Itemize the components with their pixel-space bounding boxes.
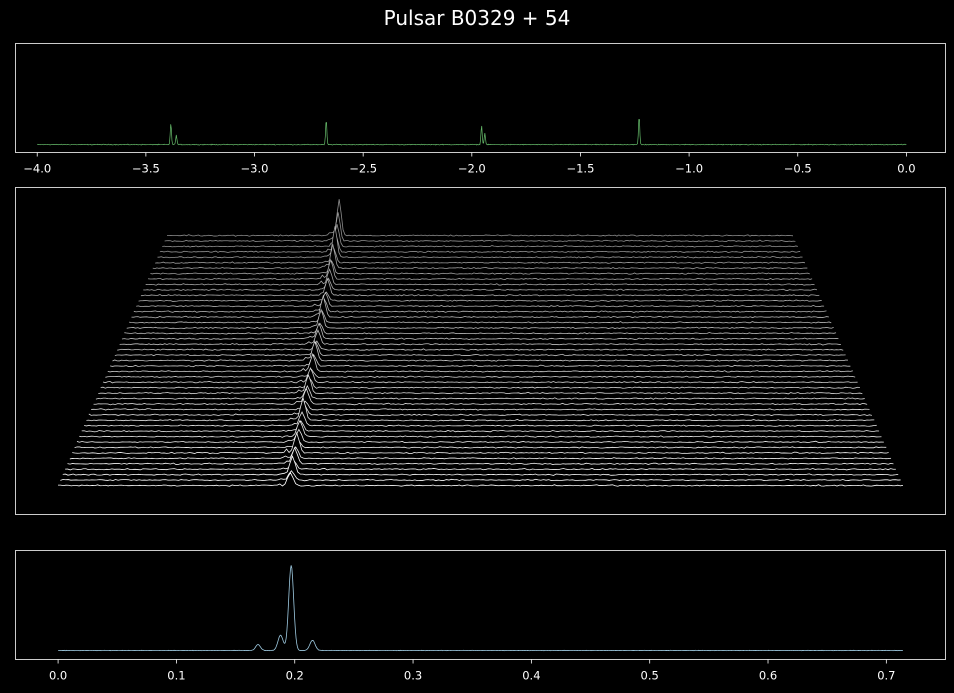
- top-x-tick-label: −4.0: [23, 162, 51, 176]
- top-x-tick-label: 0.0: [897, 162, 915, 176]
- bottom-x-tick-label: 0.2: [286, 669, 304, 683]
- top-x-tick-label: −3.0: [241, 162, 269, 176]
- bottom-panel-frame: [15, 550, 946, 660]
- bottom-x-tick-label: 0.5: [641, 669, 659, 683]
- chart-canvas: −4.0 −3.5 −3.0 −2.5 −2.0 −1.5 −1.0 −0.5 0.0 0.0 0…: [15, 43, 946, 683]
- bottom-x-tick-label: 0.7: [877, 669, 895, 683]
- top-x-tick-label: −1.5: [566, 162, 594, 176]
- waterfall-panel: [57, 199, 904, 492]
- bottom-x-tick-label: 0.0: [49, 669, 67, 683]
- bottom-x-tick-label: 0.4: [522, 669, 540, 683]
- top-x-tick-label: −0.5: [784, 162, 812, 176]
- top-x-tick-label: −2.0: [458, 162, 486, 176]
- top-x-tick-label: −1.0: [675, 162, 703, 176]
- bottom-x-tick-label: 0.3: [404, 669, 422, 683]
- top-x-tick-label: −2.5: [349, 162, 377, 176]
- top-x-tick-label: −3.5: [132, 162, 160, 176]
- bottom-x-tick-label: 0.1: [167, 669, 185, 683]
- bottom-x-tick-label: 0.6: [759, 669, 777, 683]
